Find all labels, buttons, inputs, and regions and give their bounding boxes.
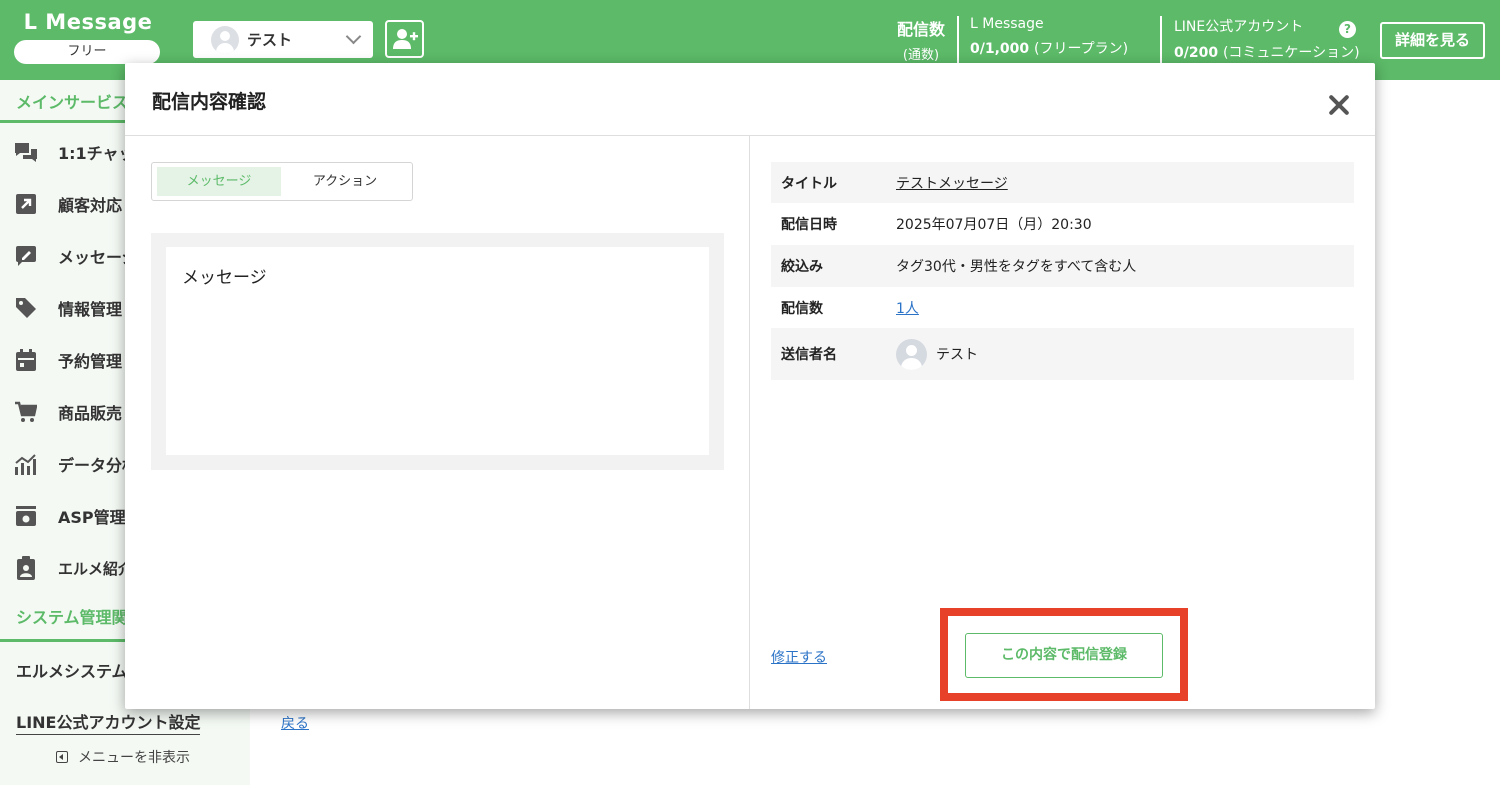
sidebar-item-asp[interactable]: ASP管理: [14, 504, 126, 528]
sidebar-item-reservation[interactable]: 予約管理: [14, 348, 122, 372]
sidebar-item-line-setting[interactable]: LINE公式アカウント設定: [16, 709, 201, 735]
calendar-icon: [14, 348, 38, 372]
edit-link[interactable]: 修正する: [771, 647, 827, 667]
account-name: テスト: [247, 31, 293, 49]
sidebar-item-system[interactable]: エルメシステム: [16, 658, 128, 682]
edit-message-icon: [14, 244, 38, 268]
message-bubble: メッセージ: [166, 247, 709, 455]
date-value: 2025年07月07日（月）20:30: [896, 217, 1092, 233]
sidebar-item-message[interactable]: メッセージ: [14, 244, 138, 268]
avatar: [896, 338, 927, 370]
tab-action[interactable]: アクション: [283, 167, 407, 196]
table-row: 送信者名 テスト: [771, 328, 1354, 380]
tab-message[interactable]: メッセージ: [157, 167, 281, 196]
preview-text: メッセージ: [182, 268, 267, 288]
account-selector[interactable]: テスト: [193, 21, 373, 58]
table-row: 絞込み タグ30代・男性をタグをすべて含む人: [771, 245, 1354, 287]
filter-value: タグ30代・男性をタグをすべて含む人: [896, 259, 1137, 275]
asp-icon: [14, 504, 38, 528]
divider: [1160, 16, 1162, 64]
sidebar-item-customer[interactable]: 顧客対応: [14, 192, 122, 216]
title-value[interactable]: テストメッセージ: [896, 173, 1008, 193]
cart-icon: [14, 400, 38, 424]
tag-icon: [14, 296, 38, 320]
divider: [957, 16, 959, 64]
divider: [749, 136, 750, 709]
sidebar-item-info[interactable]: 情報管理: [14, 296, 122, 320]
avatar: [211, 25, 239, 54]
preview-tabs: メッセージ アクション: [151, 162, 413, 201]
confirm-modal: 配信内容確認 メッセージ アクション メッセージ タイトル テストメッセージ 配…: [125, 63, 1375, 709]
sidebar-item-sales[interactable]: 商品販売: [14, 400, 122, 424]
close-icon[interactable]: [1327, 93, 1351, 117]
lmessage-usage: L Message 0/1,000 (フリープラン): [970, 16, 1129, 57]
badge-icon: [14, 556, 38, 580]
collapse-icon: [56, 751, 68, 763]
add-user-icon: [393, 29, 418, 49]
chart-icon: [14, 452, 38, 476]
help-icon[interactable]: ?: [1339, 21, 1356, 38]
plan-badge: フリー: [14, 40, 160, 64]
hide-menu-toggle[interactable]: メニューを非表示: [56, 747, 190, 767]
delivery-count-label: 配信数 (通数): [897, 20, 946, 63]
sidebar-section-main: メインサービス: [16, 93, 129, 112]
sidebar-item-referral[interactable]: エルメ紹介: [14, 556, 133, 580]
line-usage: LINE公式アカウント 0/200 (コミュニケーション): [1174, 19, 1360, 61]
brand: L Message フリー: [14, 8, 162, 64]
back-link[interactable]: 戻る: [281, 713, 309, 733]
sidebar-item-analytics[interactable]: データ分析: [14, 452, 138, 476]
message-preview: メッセージ: [151, 233, 724, 470]
arrow-up-right-icon: [14, 192, 38, 216]
modal-title: 配信内容確認: [152, 91, 267, 113]
sender-value: テスト: [896, 338, 978, 370]
chat-icon: [14, 140, 38, 164]
brand-logo[interactable]: L Message: [14, 8, 162, 36]
divider: [125, 135, 1375, 136]
table-row: タイトル テストメッセージ: [771, 162, 1354, 203]
table-row: 配信日時 2025年07月07日（月）20:30: [771, 203, 1354, 245]
register-delivery-button[interactable]: この内容で配信登録: [965, 633, 1163, 678]
add-user-button[interactable]: [385, 20, 424, 58]
table-row: 配信数 1人: [771, 287, 1354, 328]
detail-button[interactable]: 詳細を見る: [1380, 22, 1485, 59]
count-link[interactable]: 1人: [896, 298, 919, 318]
chevron-down-icon: [345, 28, 362, 45]
